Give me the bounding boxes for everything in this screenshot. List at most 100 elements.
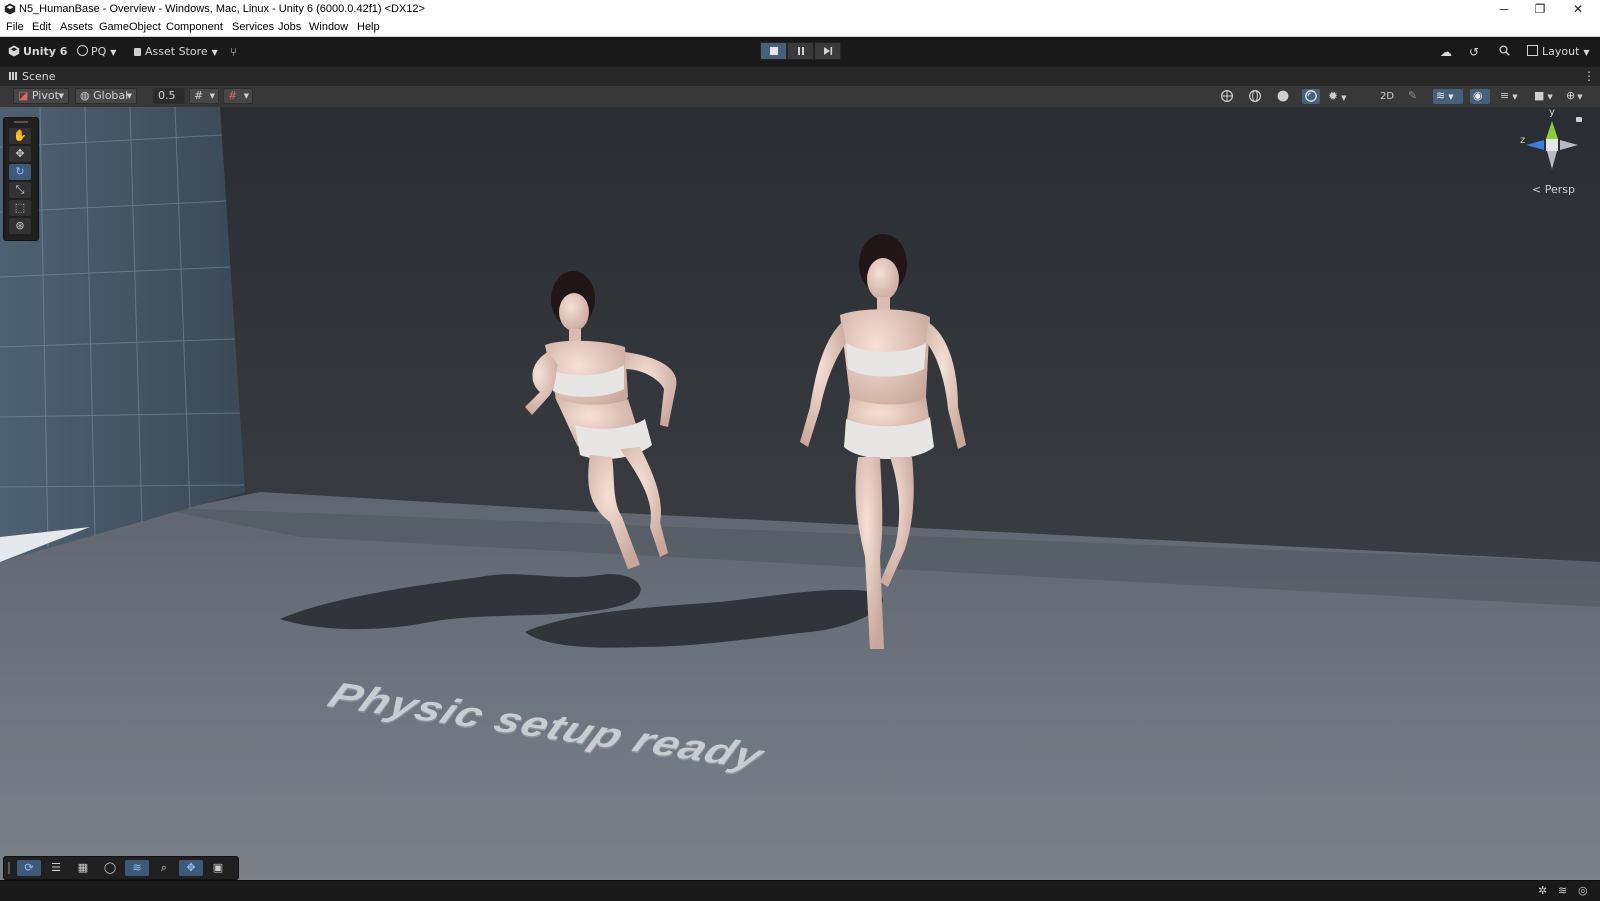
account-icon [77,45,88,56]
lock-icon[interactable] [1576,117,1582,122]
check-circle-icon[interactable]: ◎ [1578,884,1588,897]
overlay-camera-button[interactable]: ▣ [206,860,230,876]
scale-icon: ⤡ [15,183,25,196]
chevron-down-icon: ▼ [1547,93,1553,101]
play-button[interactable] [760,42,787,60]
menu-services[interactable]: Services [232,21,274,33]
orientation-gizmo[interactable]: y z < Persp [1520,107,1584,196]
grid-visibility-icon: # [228,89,238,102]
menu-assets[interactable]: Assets [60,21,93,33]
window-title-bar: N5_HumanBase - Overview - Windows, Mac, … [0,0,1600,18]
more-options-icon[interactable]: ⋮ [1583,69,1595,83]
layout-icon [1527,45,1538,56]
version-control-button[interactable]: ⑂ [230,44,237,60]
stop-icon [770,47,778,55]
cloud-button[interactable]: ☁ [1440,44,1452,60]
step-button[interactable] [814,42,841,60]
chevron-down-icon: ▼ [1512,93,1518,101]
grid-overlay-icon: ▦ [77,861,89,874]
scene-visibility-toggle[interactable]: ◉ [1470,89,1490,104]
menu-edit[interactable]: Edit [32,21,51,33]
menu-gameobject[interactable]: GameObject [99,21,161,33]
chevron-down-icon: ▼ [209,92,215,100]
menu-help[interactable]: Help [357,21,380,33]
menu-jobs[interactable]: Jobs [278,21,301,33]
move-tool-button[interactable]: ✥ [9,146,31,162]
account-label: PQ [91,45,107,58]
globe-icon: ◍ [80,89,90,102]
layout-dropdown[interactable]: Layout ▼ [1527,44,1590,60]
scale-tool-button[interactable]: ⤡ [9,182,31,198]
pause-icon [798,47,800,55]
overlay-cycle-button[interactable]: ⟳ [17,860,41,876]
transform-tool-button[interactable]: ⊛ [9,218,31,234]
overlay-search-button[interactable]: ⌕ [152,860,176,876]
grid-icon [9,72,17,80]
gizmo-y-label: y [1549,107,1555,118]
layout-label: Layout [1542,45,1580,58]
chevron-down-icon: ▼ [1583,48,1590,57]
overlay-shading-button[interactable]: ◯ [98,860,122,876]
unity-logo-icon [4,3,16,15]
gizmos-dropdown[interactable]: ⊕ ▼ [1566,89,1596,104]
bug-icon[interactable]: ✲ [1538,884,1547,897]
camera-settings-dropdown[interactable]: ■ ▼ [1534,89,1564,104]
tab-scene[interactable]: Scene [22,70,56,83]
search-overlay-icon: ⌕ [160,861,168,874]
history-button[interactable]: ↺ [1469,44,1479,60]
unity-account-button[interactable]: Unity 6 [8,44,67,60]
asset-store-dropdown[interactable]: Asset Store ▼ [134,44,218,60]
light-toggle-icon: ✎ [1408,89,1418,102]
search-button[interactable] [1499,44,1510,60]
shaded-sphere-icon [1277,90,1289,102]
menu-window[interactable]: Window [309,21,348,33]
projection-label[interactable]: < Persp [1532,183,1575,196]
layers-stack-icon: ≡ [1500,89,1510,102]
shading-shaded-button[interactable] [1276,89,1292,104]
overlay-inspector-button[interactable]: ☰ [44,860,68,876]
snap-increment-field[interactable]: 0.5 [153,88,185,104]
sliders-icon: ☰ [51,861,61,874]
cloud-icon: ☁ [1440,45,1452,59]
orientation-button[interactable] [1220,89,1236,104]
effects-dropdown[interactable]: ≋ ▼ [1433,89,1463,104]
rect-tool-button[interactable]: ⬚ [9,200,31,216]
stack-icon[interactable]: ≋ [1558,884,1567,897]
overlay-layers-button[interactable]: ≋ [125,860,149,876]
tools-overlay: ✋ ✥ ↻ ⤡ ⬚ ⊛ [3,117,39,241]
snap-value: 0.5 [158,89,176,102]
render-mode-dropdown[interactable]: ✹ ▼ [1328,89,1358,104]
lighting-toggle[interactable]: ✎ [1408,89,1424,104]
main-toolbar: Unity 6 PQ ▼ Asset Store ▼ ⑂ ☁ ↺ Layout ▼ [0,37,1600,67]
menu-component[interactable]: Component [166,21,223,33]
global-dropdown[interactable]: ◍ Global ▼ [75,88,137,104]
chevron-down-icon: ▼ [1341,94,1347,102]
toggle-2d-button[interactable]: 2D [1380,89,1396,104]
minimize-button[interactable]: ─ [1486,0,1522,18]
shading-wireframe-button[interactable] [1248,89,1264,104]
layers-overlay-icon: ≋ [132,861,142,874]
wireframe-sphere-icon [1248,89,1262,103]
grid-snap-toggle[interactable]: # ▼ [189,88,219,104]
pause-button[interactable] [787,42,814,60]
global-label: Global [93,89,129,102]
pivot-icon: ◪ [18,89,29,102]
circle-icon: ◯ [103,861,117,874]
overlay-drag-handle[interactable] [8,862,10,874]
pivot-dropdown[interactable]: ◪ Pivot ▼ [13,88,69,104]
layers-dropdown[interactable]: ≡ ▼ [1500,89,1530,104]
grid-visibility-toggle[interactable]: # ▼ [223,88,253,104]
scene-viewport[interactable]: Physic setup ready ✋ ✥ ↻ ⤡ ⬚ ⊛ y z < Per… [0,107,1600,880]
unity-logo-icon [8,45,20,57]
rotate-tool-button[interactable]: ↻ [9,164,31,180]
account-dropdown[interactable]: PQ ▼ [77,44,116,60]
maximize-button[interactable]: ❐ [1522,0,1558,18]
overlay-move-button[interactable]: ✥ [179,860,203,876]
close-button[interactable]: ✕ [1560,0,1596,18]
menu-file[interactable]: File [6,21,24,33]
panel-drag-handle[interactable] [14,121,28,123]
shading-lit-button[interactable] [1302,89,1320,104]
hand-tool-button[interactable]: ✋ [9,128,31,144]
overlay-grid-button[interactable]: ▦ [71,860,95,876]
menu-bar: File Edit Assets GameObject Component Se… [0,18,1600,37]
